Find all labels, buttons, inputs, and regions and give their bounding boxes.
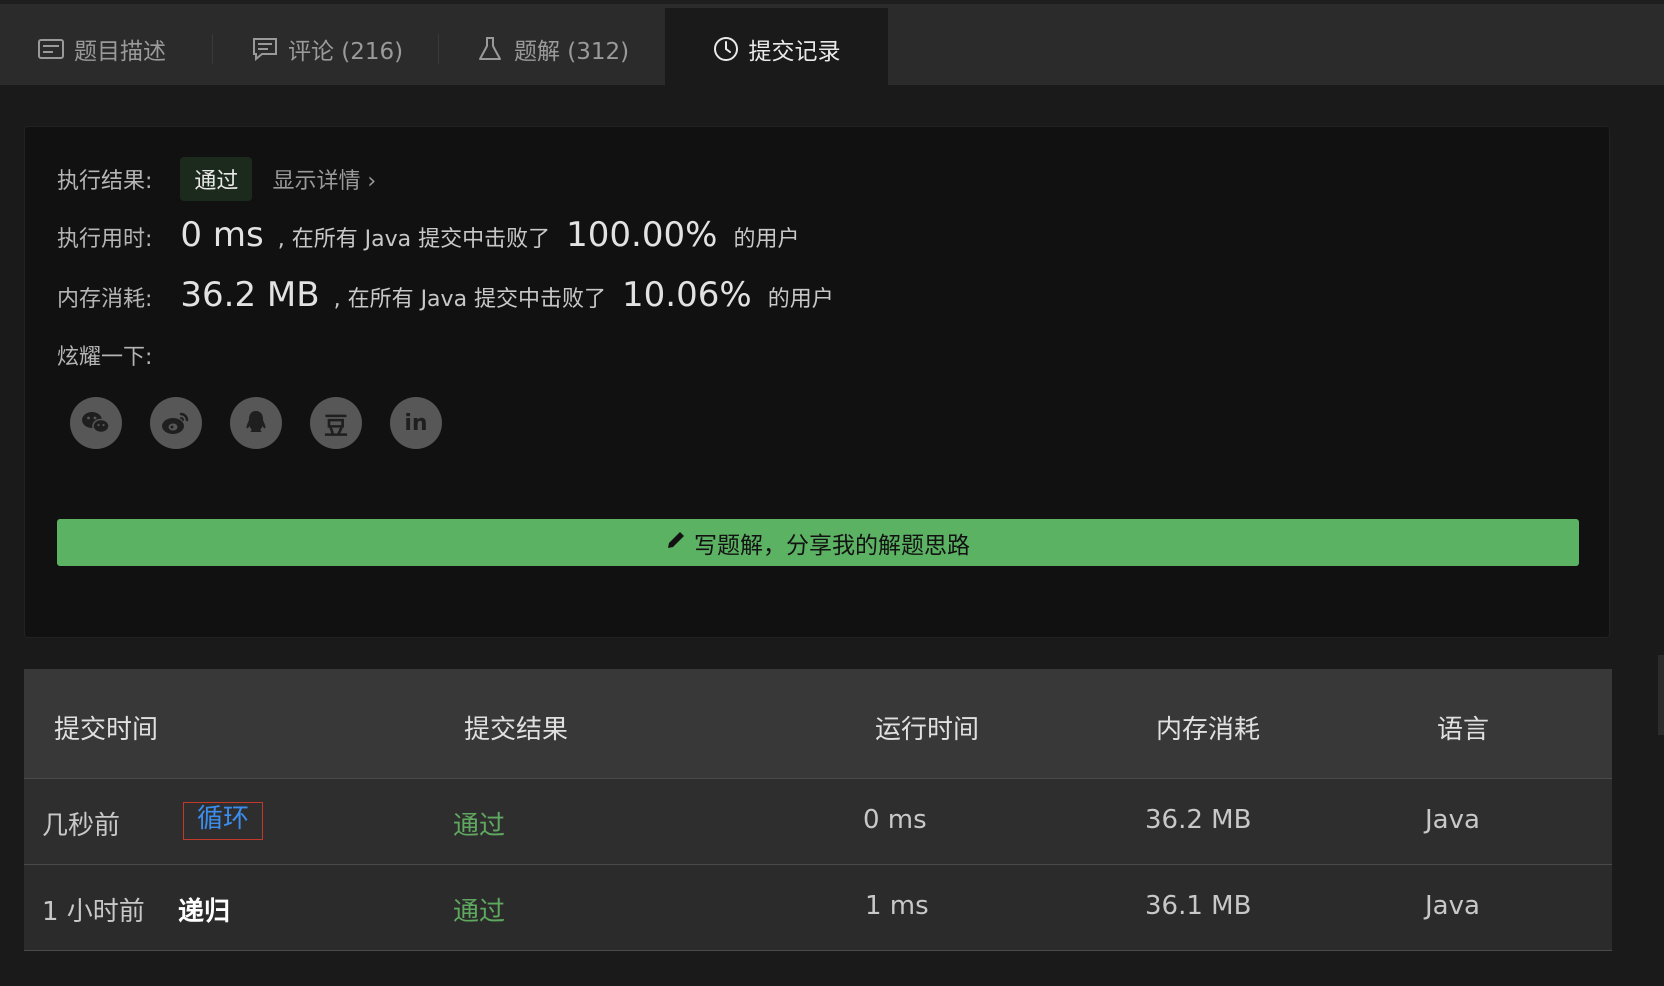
- row-runtime: 1 ms: [865, 891, 929, 921]
- wechat-icon[interactable]: [70, 397, 122, 449]
- tab-divider: [212, 34, 213, 64]
- write-solution-label: 写题解，分享我的解题思路: [694, 532, 970, 559]
- comment-icon: [252, 35, 280, 63]
- header-language: 语言: [1437, 715, 1490, 745]
- submission-table: 提交时间 提交结果 运行时间 内存消耗 语言 几秒前 循环 通过 0 ms 36…: [24, 669, 1612, 951]
- row-memory: 36.1 MB: [1145, 891, 1252, 921]
- tab-solutions[interactable]: 题解 (312): [478, 8, 629, 89]
- row-result[interactable]: 通过: [453, 891, 505, 928]
- memory-row: 内存消耗: 36.2 MB , 在所有 Java 提交中击败了 10.06% 的…: [57, 275, 834, 315]
- runtime-tail: 的用户: [733, 227, 800, 252]
- qq-icon[interactable]: [230, 397, 282, 449]
- share-label: 炫耀一下:: [57, 345, 153, 370]
- memory-desc: , 在所有 Java 提交中击败了: [333, 287, 607, 312]
- table-row[interactable]: 1 小时前 递归 通过 1 ms 36.1 MB Java: [24, 864, 1612, 951]
- header-memory: 内存消耗: [1156, 715, 1261, 745]
- table-header: 提交时间 提交结果 运行时间 内存消耗 语言: [24, 669, 1612, 778]
- row-memory: 36.2 MB: [1145, 805, 1252, 835]
- table-row[interactable]: 几秒前 循环 通过 0 ms 36.2 MB Java: [24, 778, 1612, 864]
- memory-percent: 10.06%: [622, 275, 752, 315]
- show-details-link[interactable]: 显示详情 ›: [272, 163, 376, 195]
- result-row: 执行结果: 通过 显示详情 ›: [57, 157, 376, 201]
- tab-label: 提交记录: [748, 38, 841, 65]
- write-solution-button[interactable]: 写题解，分享我的解题思路: [57, 519, 1579, 566]
- runtime-row: 执行用时: 0 ms , 在所有 Java 提交中击败了 100.00% 的用户: [57, 215, 799, 255]
- scrollbar[interactable]: [1658, 655, 1664, 735]
- douban-icon[interactable]: 豆: [310, 397, 362, 449]
- memory-label: 内存消耗:: [57, 287, 153, 312]
- row-runtime: 0 ms: [863, 805, 927, 835]
- tab-comments[interactable]: 评论 (216): [252, 8, 403, 89]
- memory-value: 36.2 MB: [180, 275, 320, 315]
- share-row: 炫耀一下:: [57, 339, 152, 371]
- tab-divider: [438, 34, 439, 64]
- tab-label: 题解 (312): [514, 38, 630, 65]
- header-time: 提交时间: [54, 715, 159, 745]
- header-runtime: 运行时间: [875, 715, 980, 745]
- share-icons: 豆 in: [70, 397, 442, 449]
- row-language: Java: [1425, 891, 1480, 921]
- runtime-desc: , 在所有 Java 提交中击败了: [277, 227, 551, 252]
- tab-bar: 题目描述 评论 (216) 题解 (312) 提交记录: [0, 0, 1664, 89]
- runtime-value: 0 ms: [180, 215, 264, 255]
- header-result: 提交结果: [464, 715, 569, 745]
- tab-label: 评论 (216): [288, 38, 404, 65]
- row-time: 1 小时前: [42, 897, 145, 927]
- row-tag[interactable]: 循环: [183, 802, 263, 840]
- row-result[interactable]: 通过: [453, 805, 505, 842]
- row-language: Java: [1425, 805, 1480, 835]
- row-time: 几秒前: [42, 811, 121, 841]
- pencil-icon: [666, 530, 694, 556]
- row-tag[interactable]: 递归: [178, 891, 230, 928]
- flask-icon: [478, 35, 506, 63]
- runtime-percent: 100.00%: [566, 215, 718, 255]
- linkedin-icon[interactable]: in: [390, 397, 442, 449]
- description-icon: [38, 35, 66, 63]
- tab-submissions[interactable]: 提交记录: [665, 8, 888, 89]
- weibo-icon[interactable]: [150, 397, 202, 449]
- tab-description[interactable]: 题目描述: [38, 8, 166, 89]
- result-label: 执行结果:: [57, 169, 153, 194]
- memory-tail: 的用户: [767, 287, 834, 312]
- tab-label: 题目描述: [74, 38, 166, 65]
- status-badge: 通过: [180, 157, 253, 201]
- runtime-label: 执行用时:: [57, 227, 153, 252]
- clock-icon: [713, 35, 741, 63]
- result-card: 执行结果: 通过 显示详情 › 执行用时: 0 ms , 在所有 Java 提交…: [24, 126, 1610, 638]
